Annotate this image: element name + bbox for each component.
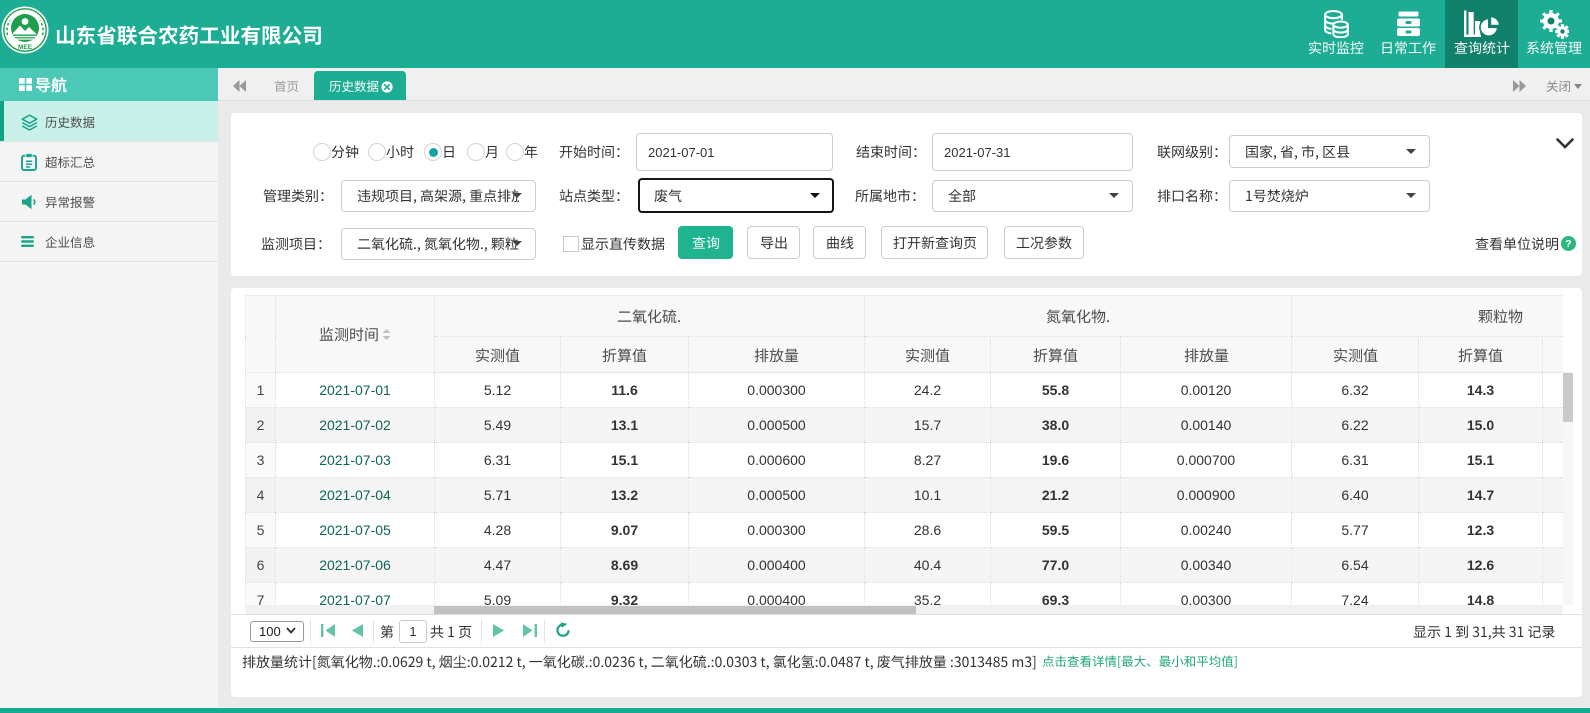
svg-text:?: ? bbox=[1565, 238, 1571, 250]
svg-text:MEE: MEE bbox=[18, 44, 33, 51]
